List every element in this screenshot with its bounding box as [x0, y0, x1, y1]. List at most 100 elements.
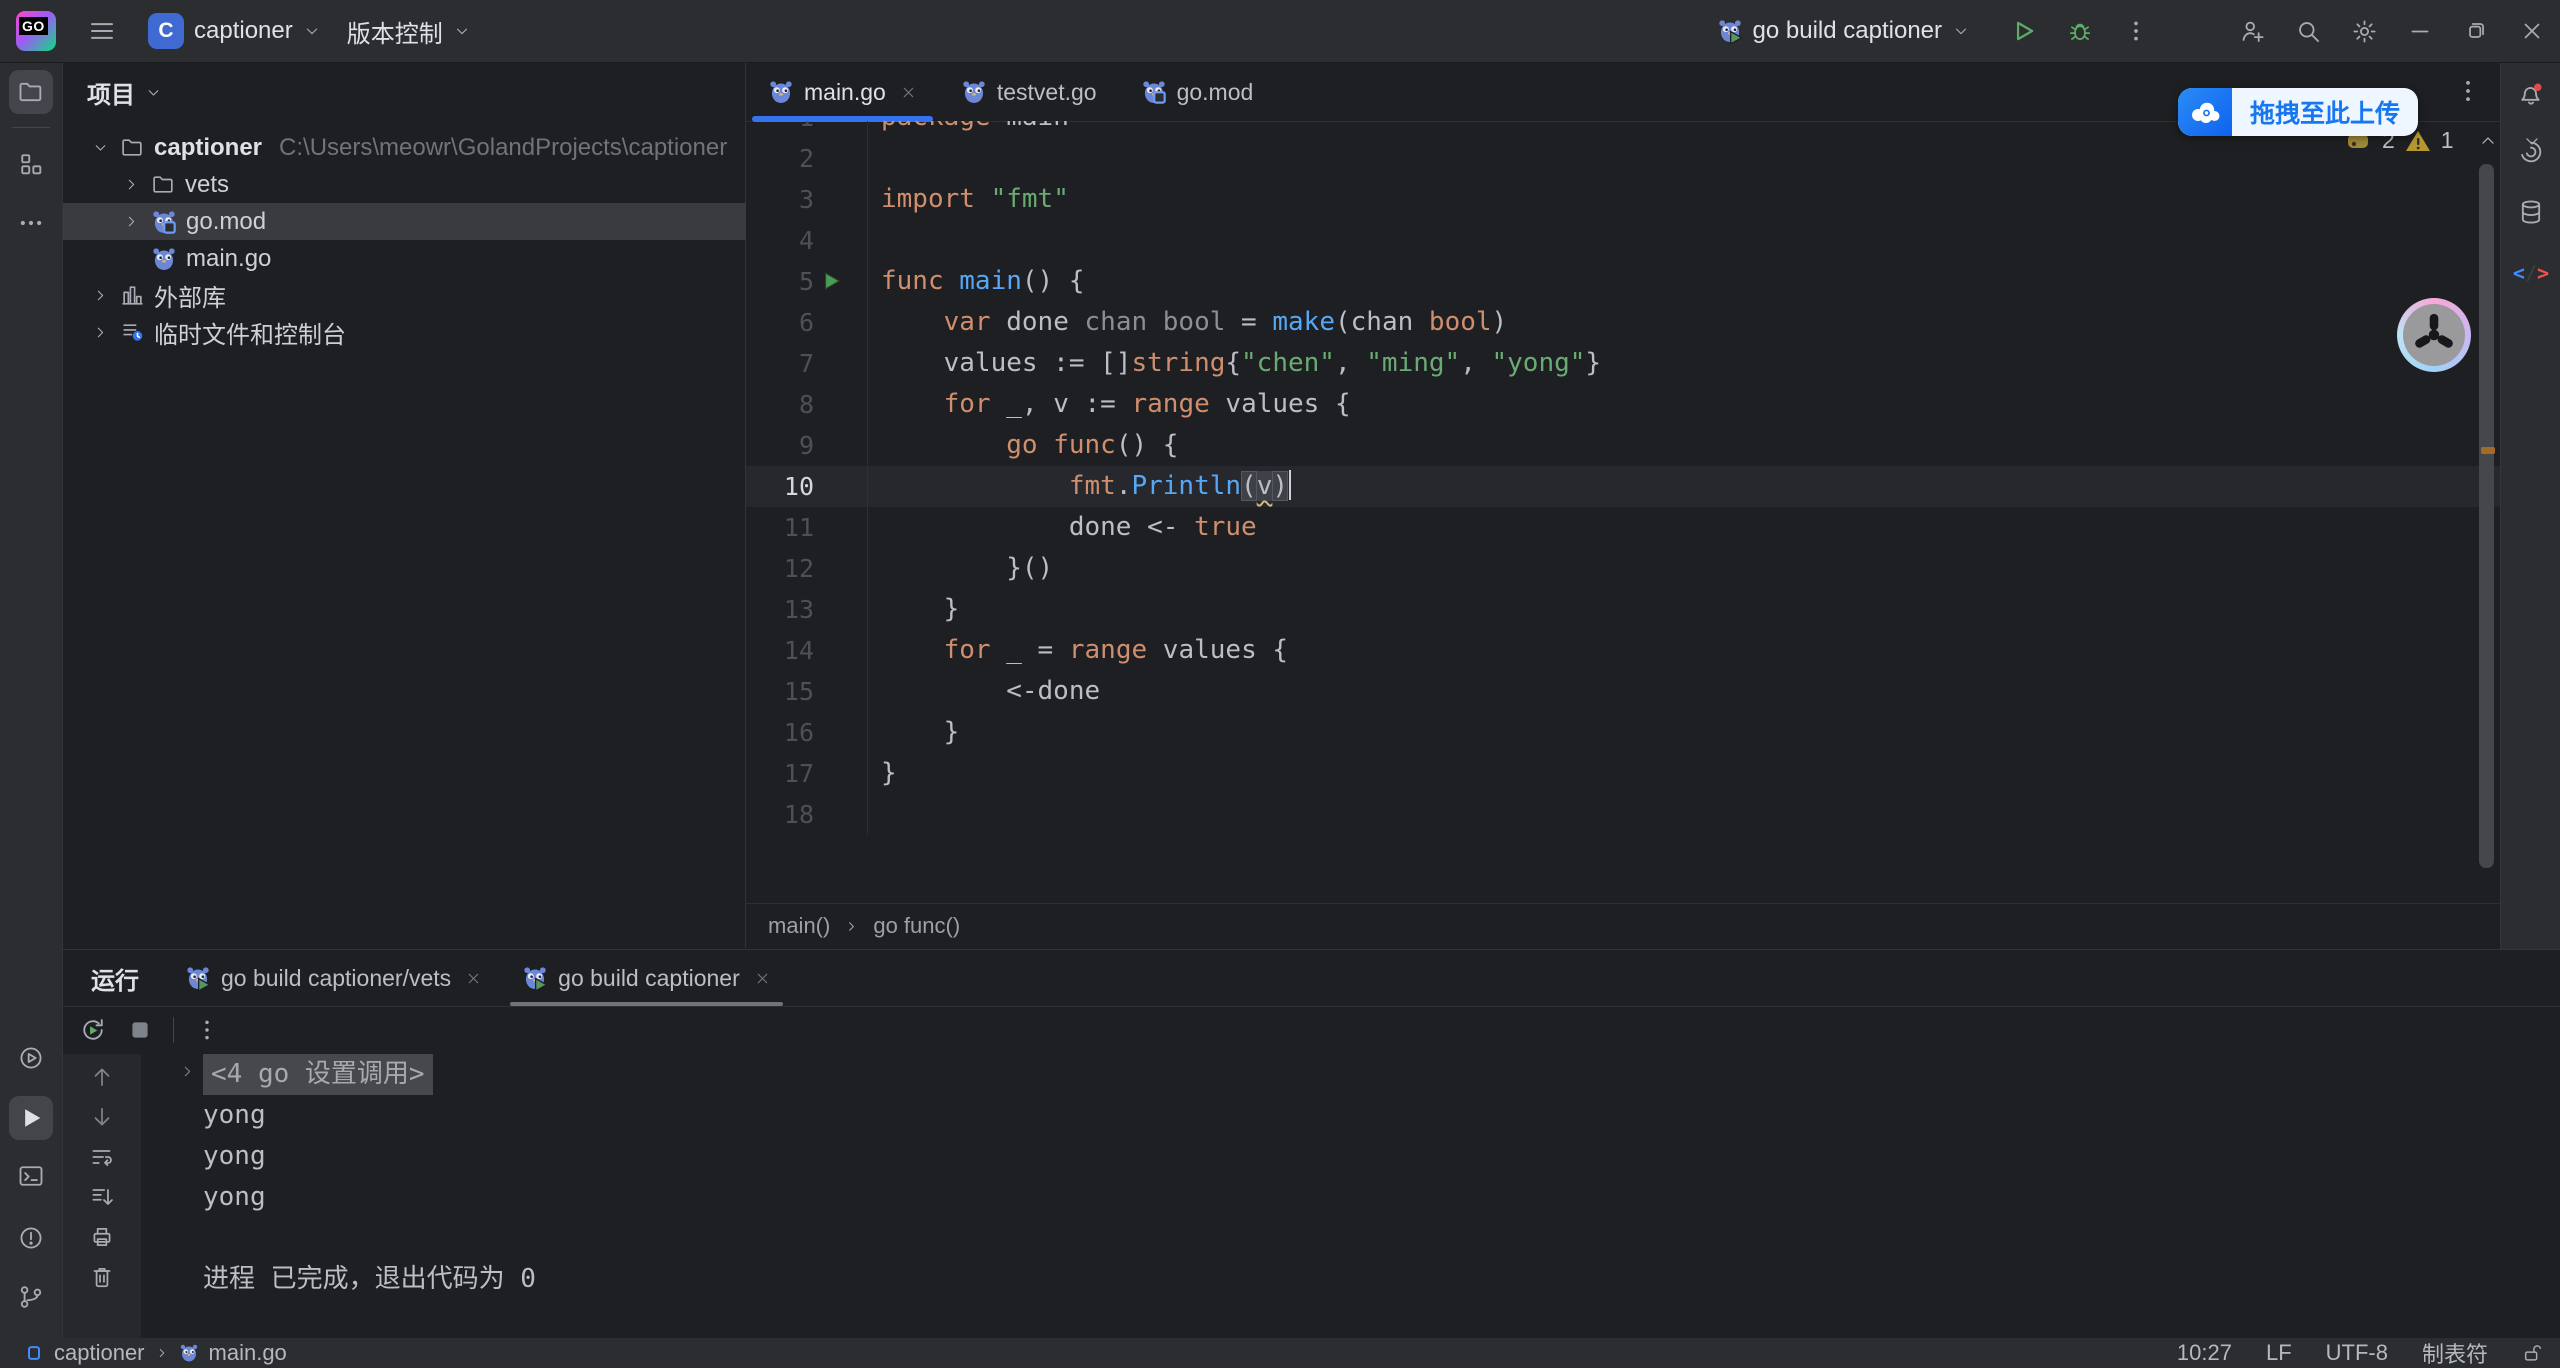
close-tab-icon[interactable]: [900, 84, 917, 101]
tree-item-go.mod[interactable]: go.mod: [63, 203, 802, 240]
tree-item-vets[interactable]: vets: [63, 166, 802, 203]
debug-button[interactable]: [2052, 0, 2108, 62]
next-problem-button[interactable]: [2522, 131, 2542, 151]
restore-button[interactable]: [2448, 0, 2504, 62]
database-button[interactable]: [2509, 190, 2553, 234]
chevron-right-icon[interactable]: [120, 176, 142, 193]
project-widget[interactable]: C captioner: [148, 13, 321, 49]
code-line-2: 2: [746, 138, 2500, 179]
editor-scrollbar[interactable]: [2479, 164, 2494, 868]
status-widgets: 10:27 LF UTF-8 制表符: [2177, 1337, 2544, 1368]
main-menu-button[interactable]: [82, 0, 122, 62]
tab-options-button[interactable]: [2454, 77, 2482, 105]
run-configuration-selector[interactable]: go build captioner: [1717, 17, 1970, 45]
code-editor[interactable]: 1package main23import "fmt"45func main()…: [746, 121, 2500, 903]
services-tool-button[interactable]: [9, 1036, 53, 1080]
tree-item-main.go[interactable]: main.go: [63, 240, 802, 277]
scrollbar-warning-mark[interactable]: [2481, 447, 2495, 454]
code-plugin-button[interactable]: </>: [2509, 251, 2553, 295]
rerun-button[interactable]: [79, 1016, 107, 1044]
file-encoding[interactable]: UTF-8: [2326, 1340, 2388, 1366]
project-panel-header[interactable]: 项目: [87, 75, 162, 110]
prev-problem-button[interactable]: [2478, 131, 2498, 151]
terminal-tool-button[interactable]: [9, 1154, 53, 1198]
line-number: 10: [746, 466, 814, 507]
line-separator[interactable]: LF: [2266, 1340, 2292, 1366]
indent-style[interactable]: 制表符: [2422, 1337, 2488, 1368]
gopher-icon: [768, 79, 794, 105]
soft-wrap-button[interactable]: [89, 1144, 115, 1170]
scroll-to-end-button[interactable]: [89, 1184, 115, 1210]
next-occurrence-button[interactable]: [89, 1104, 115, 1130]
code-with-me-button[interactable]: [2224, 0, 2280, 62]
unlocked-icon[interactable]: [2522, 1342, 2544, 1364]
run-tab-go build captioner/vets[interactable]: go build captioner/vets: [165, 950, 502, 1006]
fold-expand-icon[interactable]: [179, 1063, 196, 1080]
breadcrumb-item[interactable]: main(): [768, 913, 830, 939]
stop-button[interactable]: [127, 1017, 153, 1043]
terminal-icon: [17, 1162, 45, 1190]
version-control-tool-button[interactable]: [9, 1275, 53, 1319]
caret-position[interactable]: 10:27: [2177, 1340, 2232, 1366]
clear-console-button[interactable]: [89, 1264, 115, 1290]
run-button[interactable]: [1996, 0, 2052, 62]
console-output[interactable]: <4 go 设置调用>yongyongyong进程 已完成，退出代码为 0: [141, 1054, 2560, 1339]
console-text: yong: [203, 1182, 266, 1212]
assistant-floating-widget[interactable]: [2397, 298, 2471, 372]
settings-button[interactable]: [2336, 0, 2392, 62]
gutter-separator: [867, 302, 868, 343]
search-everywhere-button[interactable]: [2280, 0, 2336, 62]
gutter-separator: [867, 220, 868, 261]
left-toolbar-stripe: [0, 63, 63, 1338]
editor-tab-main.go[interactable]: main.go: [746, 63, 939, 121]
close-tab-icon[interactable]: [465, 970, 482, 987]
chevron-down-icon[interactable]: [89, 139, 111, 156]
gutter-separator: [867, 261, 868, 302]
close-button[interactable]: [2504, 0, 2560, 62]
tree-item-label: 临时文件和控制台: [154, 315, 346, 350]
tree-item-外部库[interactable]: 外部库: [63, 277, 771, 314]
search-icon: [2295, 18, 2322, 45]
run-gutter-icon[interactable]: [818, 268, 844, 294]
print-icon[interactable]: [89, 1224, 115, 1250]
breadcrumb-item[interactable]: go func(): [873, 913, 960, 939]
status-breadcrumb[interactable]: captioner main.go: [0, 1340, 287, 1366]
line-number: 5: [746, 261, 814, 302]
chevron-right-icon[interactable]: [89, 287, 111, 304]
console-more-button[interactable]: [194, 1017, 220, 1043]
gutter-separator: [867, 548, 868, 589]
netdisk-upload-button[interactable]: 拖拽至此上传: [2178, 88, 2418, 136]
gutter-separator: [867, 671, 868, 712]
close-tab-icon[interactable]: [754, 970, 771, 987]
minimize-button[interactable]: [2392, 0, 2448, 62]
project-tool-button[interactable]: [9, 70, 53, 114]
tree-item-label: vets: [185, 171, 229, 199]
editor-tab-testvet.go[interactable]: testvet.go: [939, 63, 1119, 121]
vcs-widget[interactable]: 版本控制: [347, 14, 471, 49]
more-tool-windows-button[interactable]: [9, 201, 53, 245]
gutter-separator: [867, 794, 868, 835]
tree-item-临时文件和控制台[interactable]: 临时文件和控制台: [63, 314, 771, 351]
run-tab-go build captioner[interactable]: go build captioner: [502, 950, 791, 1006]
run-tool-button[interactable]: [9, 1096, 53, 1140]
notifications-button[interactable]: [2509, 72, 2553, 116]
more-actions-button[interactable]: [2108, 0, 2164, 62]
chevron-right-icon[interactable]: [120, 213, 142, 230]
prev-occurrence-button[interactable]: [89, 1064, 115, 1090]
gopher-run-icon: [1717, 18, 1743, 44]
gutter-separator: [867, 179, 868, 220]
problems-tool-button[interactable]: [9, 1216, 53, 1260]
status-project: captioner: [54, 1340, 145, 1366]
run-toolbar: [63, 1006, 2560, 1054]
gutter-separator: [867, 384, 868, 425]
chevron-right-icon[interactable]: [89, 324, 111, 341]
tree-item-path: C:\Users\meowr\GolandProjects\captioner: [279, 134, 727, 162]
code-line-15: 15 <-done: [746, 671, 2500, 712]
console-folded-text[interactable]: <4 go 设置调用>: [203, 1054, 433, 1095]
module-icon: [24, 1343, 44, 1363]
gutter-separator: [867, 507, 868, 548]
structure-tool-button[interactable]: [9, 142, 53, 186]
editor-tab-go.mod[interactable]: go.mod: [1119, 63, 1276, 121]
scratch-icon: [120, 320, 145, 345]
tree-item-captioner[interactable]: captionerC:\Users\meowr\GolandProjects\c…: [63, 129, 771, 166]
